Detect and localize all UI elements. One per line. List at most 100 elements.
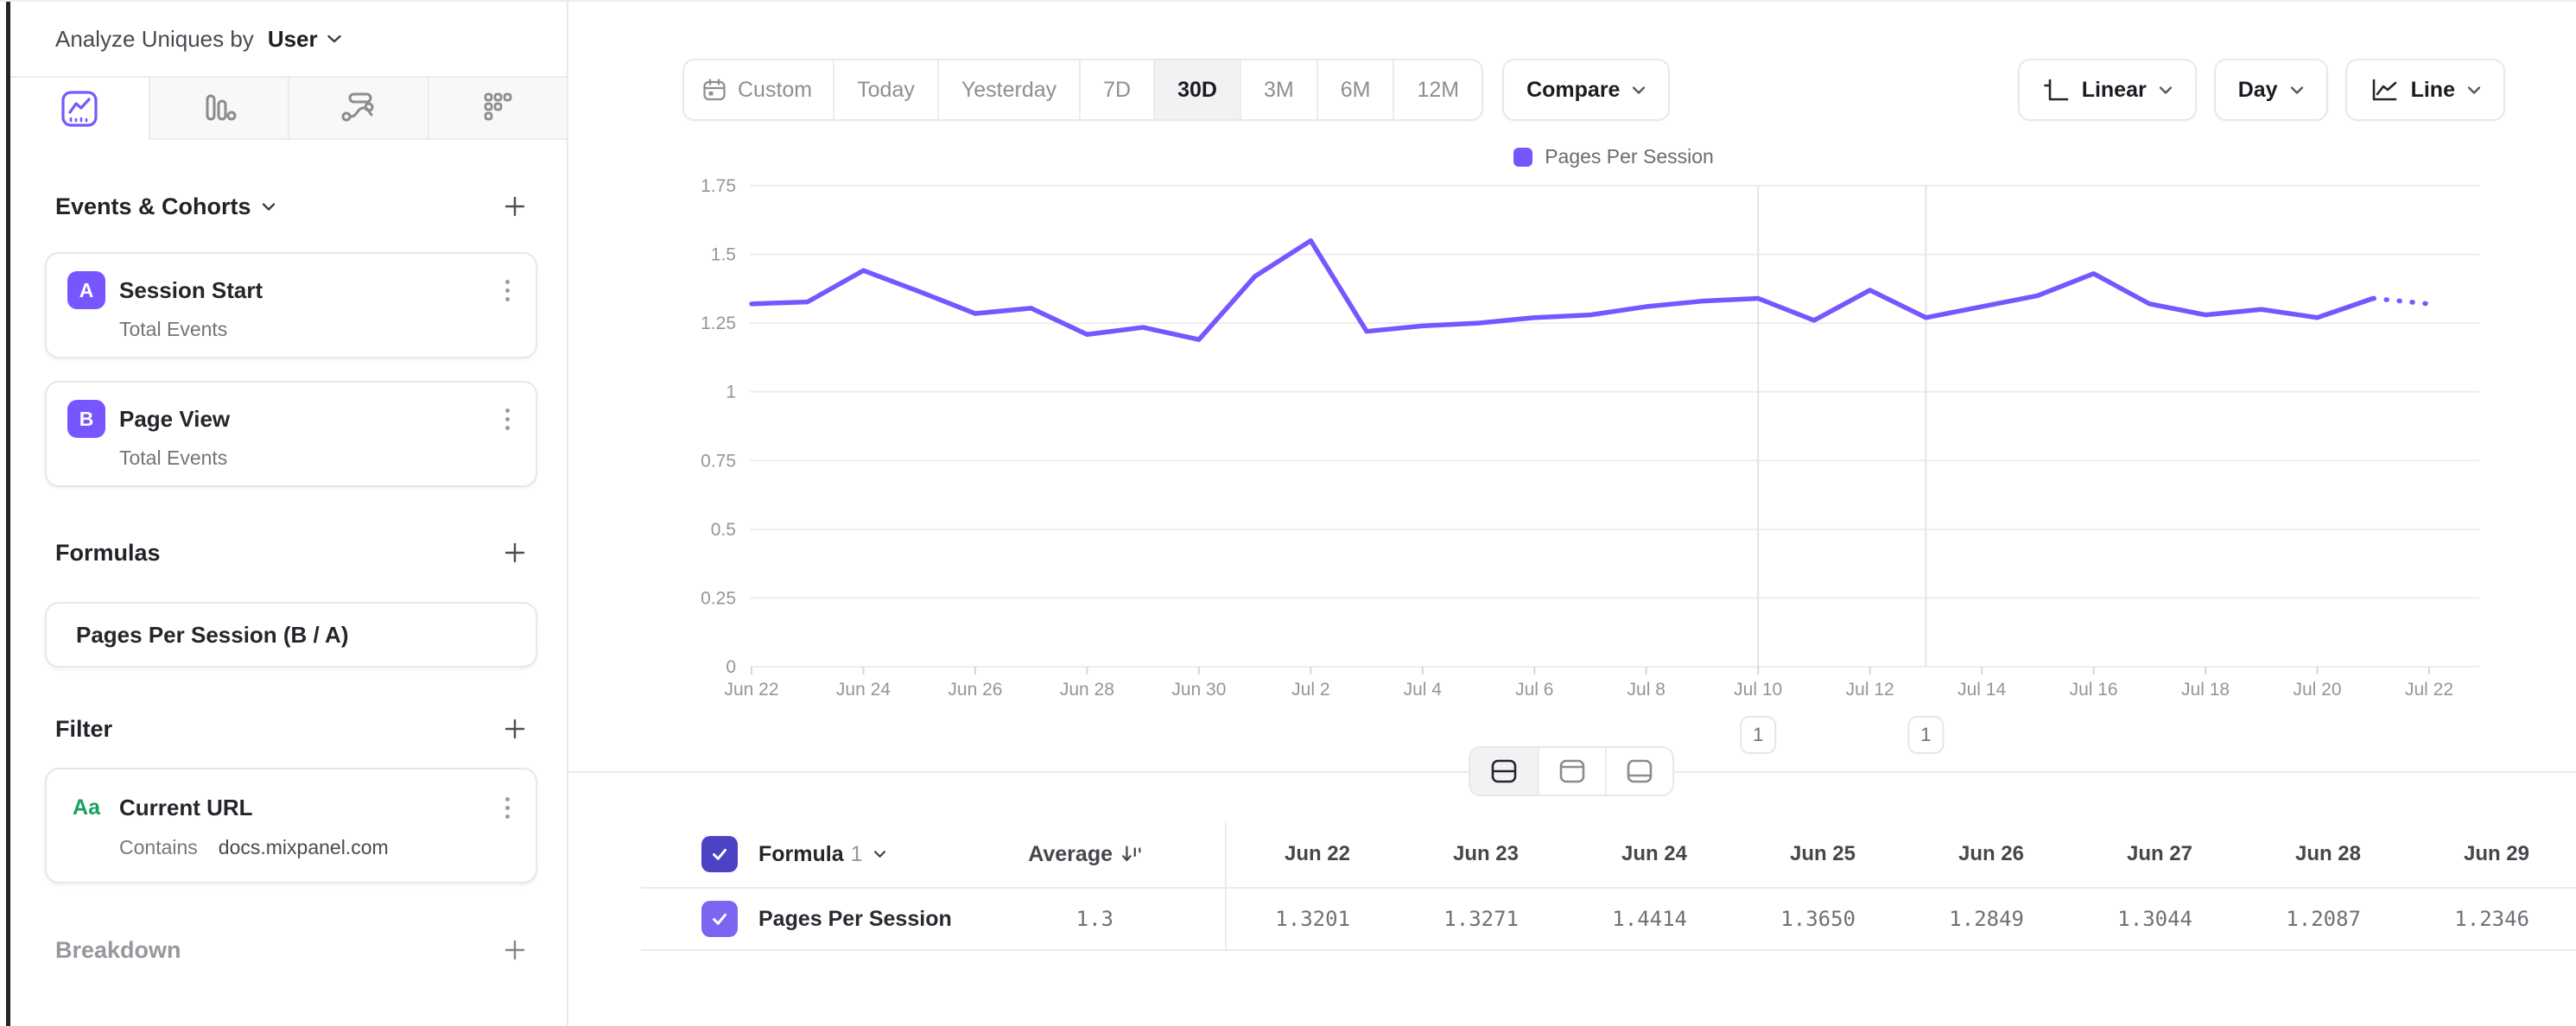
tab-insights[interactable] (10, 78, 149, 140)
annotation-badge-label: 1 (1920, 724, 1931, 745)
chart-toolbar: CustomTodayYesterday7D30D3M6M12M Compare… (682, 59, 2505, 121)
event-card-page-view[interactable]: B Page View Total Events (45, 381, 537, 487)
add-breakdown-button[interactable] (498, 933, 532, 967)
column-header[interactable]: Jun 26 (1900, 842, 2069, 866)
annotation-badge-label: 1 (1753, 724, 1763, 745)
kebab-menu-icon[interactable] (500, 403, 515, 435)
formula-title: Pages Per Session (B / A) (76, 622, 348, 649)
average-sort-control[interactable]: Average (1028, 842, 1227, 867)
series-line[interactable] (752, 241, 2373, 340)
split-view-icon (1489, 758, 1519, 784)
chevron-down-icon[interactable] (262, 202, 276, 212)
cell-value: 1.2087 (2237, 907, 2406, 931)
layout-toggle-group (1469, 746, 1674, 796)
cell-value: 1.3201 (1227, 907, 1395, 931)
linear-scale-icon (2042, 77, 2070, 103)
chart-view-icon (1558, 758, 1587, 784)
range-7d[interactable]: 7D (1079, 60, 1153, 119)
analyze-value-dropdown[interactable]: User (268, 26, 318, 53)
check-icon (708, 908, 731, 930)
table-row-label-cell: Pages Per Session 1.3 (641, 889, 1227, 949)
x-axis-label: Jul 14 (1957, 680, 2006, 700)
chevron-down-icon (327, 34, 342, 44)
filter-operator[interactable]: Contains (119, 836, 198, 859)
tab-retention[interactable] (428, 78, 568, 140)
formulas-section-header: Formulas (55, 535, 532, 571)
check-icon (708, 843, 731, 865)
range-today[interactable]: Today (833, 60, 937, 119)
report-type-tabs (10, 78, 567, 140)
range-30d[interactable]: 30D (1153, 60, 1240, 119)
x-axis-label: Jul 20 (2294, 680, 2342, 700)
line-chart[interactable]: 00.250.50.7511.251.51.75Jun 22Jun 24Jun … (568, 157, 2576, 770)
compare-button[interactable]: Compare (1502, 59, 1670, 121)
chevron-down-icon[interactable] (873, 850, 886, 858)
range-12m[interactable]: 12M (1393, 60, 1482, 119)
axis-scale-button[interactable]: Linear (2018, 59, 2197, 121)
x-axis-label: Jul 10 (1734, 680, 1782, 700)
range-custom[interactable]: Custom (684, 60, 833, 119)
column-header[interactable]: Jun 25 (1732, 842, 1900, 866)
column-header[interactable]: Jun 27 (2069, 842, 2237, 866)
add-event-button[interactable] (498, 189, 532, 224)
range-6m[interactable]: 6M (1317, 60, 1393, 119)
table-header-label-cell: Formula 1 Average (641, 821, 1227, 887)
formula-name[interactable]: Formula (758, 842, 844, 867)
analyze-header: Analyze Uniques by User (10, 2, 567, 78)
column-header[interactable]: Jun 23 (1395, 842, 1564, 866)
y-axis-label: 1.5 (711, 245, 736, 265)
toggle-chart-view[interactable] (1538, 748, 1605, 795)
event-card-session-start[interactable]: A Session Start Total Events (45, 252, 537, 358)
x-axis-label: Jun 22 (724, 680, 778, 700)
chevron-down-icon (2290, 86, 2304, 95)
column-header[interactable]: Jun 24 (1564, 842, 1732, 866)
interval-button[interactable]: Day (2214, 59, 2328, 121)
filter-section-title: Filter (55, 716, 112, 743)
report-main-area: CustomTodayYesterday7D30D3M6M12M Compare… (568, 2, 2576, 1026)
x-axis-label: Jul 4 (1404, 680, 1443, 700)
add-formula-button[interactable] (498, 535, 532, 570)
y-axis-label: 1 (726, 383, 736, 402)
kebab-menu-icon[interactable] (500, 792, 515, 824)
x-axis-label: Jul 12 (1846, 680, 1894, 700)
chart-type-button[interactable]: Line (2345, 59, 2505, 121)
filter-card-current-url[interactable]: Aa Current URL Contains docs.mixpanel.co… (45, 768, 537, 884)
event-measure[interactable]: Total Events (47, 309, 536, 357)
toggle-table-view[interactable] (1605, 748, 1672, 795)
panel-edge-bar (6, 2, 10, 1026)
line-chart-icon (2370, 77, 2399, 103)
x-axis-label: Jun 28 (1060, 680, 1114, 700)
x-axis-label: Jul 2 (1291, 680, 1329, 700)
range-3m[interactable]: 3M (1240, 60, 1317, 119)
add-filter-button[interactable] (498, 712, 532, 746)
x-axis-label: Jun 24 (836, 680, 891, 700)
retention-grid-icon (478, 88, 517, 128)
table-data-row[interactable]: Pages Per Session 1.3 1.32011.32711.4414… (641, 889, 2576, 951)
event-title: Session Start (119, 277, 263, 304)
event-badge-b: B (67, 400, 105, 438)
tab-flows[interactable] (288, 78, 428, 140)
chart-settings-cluster: Linear Day Line (2018, 59, 2505, 121)
event-measure[interactable]: Total Events (47, 438, 536, 485)
range-yesterday[interactable]: Yesterday (937, 60, 1079, 119)
column-header[interactable]: Jun 29 (2406, 842, 2574, 866)
query-builder-sidebar: Analyze Uniques by User (10, 2, 568, 1026)
x-axis-label: Jun 30 (1171, 680, 1226, 700)
column-header[interactable]: Jun 28 (2237, 842, 2406, 866)
y-axis-label: 0.75 (701, 451, 736, 471)
toggle-split-view[interactable] (1470, 748, 1538, 795)
filter-value[interactable]: docs.mixpanel.com (219, 836, 389, 859)
breakdown-section-title: Breakdown (55, 937, 181, 964)
event-title: Page View (119, 406, 230, 433)
x-axis-label: Jul 22 (2405, 680, 2453, 700)
series-checkbox[interactable] (701, 901, 738, 937)
tab-funnels[interactable] (149, 78, 289, 140)
table-view-icon (1625, 758, 1654, 784)
cell-value: 1.2849 (1900, 907, 2069, 931)
formula-card[interactable]: Pages Per Session (B / A) (45, 602, 537, 668)
bar-chart-icon (199, 88, 238, 128)
filter-condition[interactable]: Contains docs.mixpanel.com (47, 824, 536, 882)
column-header[interactable]: Jun 22 (1227, 842, 1395, 866)
select-all-checkbox[interactable] (701, 836, 738, 872)
kebab-menu-icon[interactable] (500, 275, 515, 307)
